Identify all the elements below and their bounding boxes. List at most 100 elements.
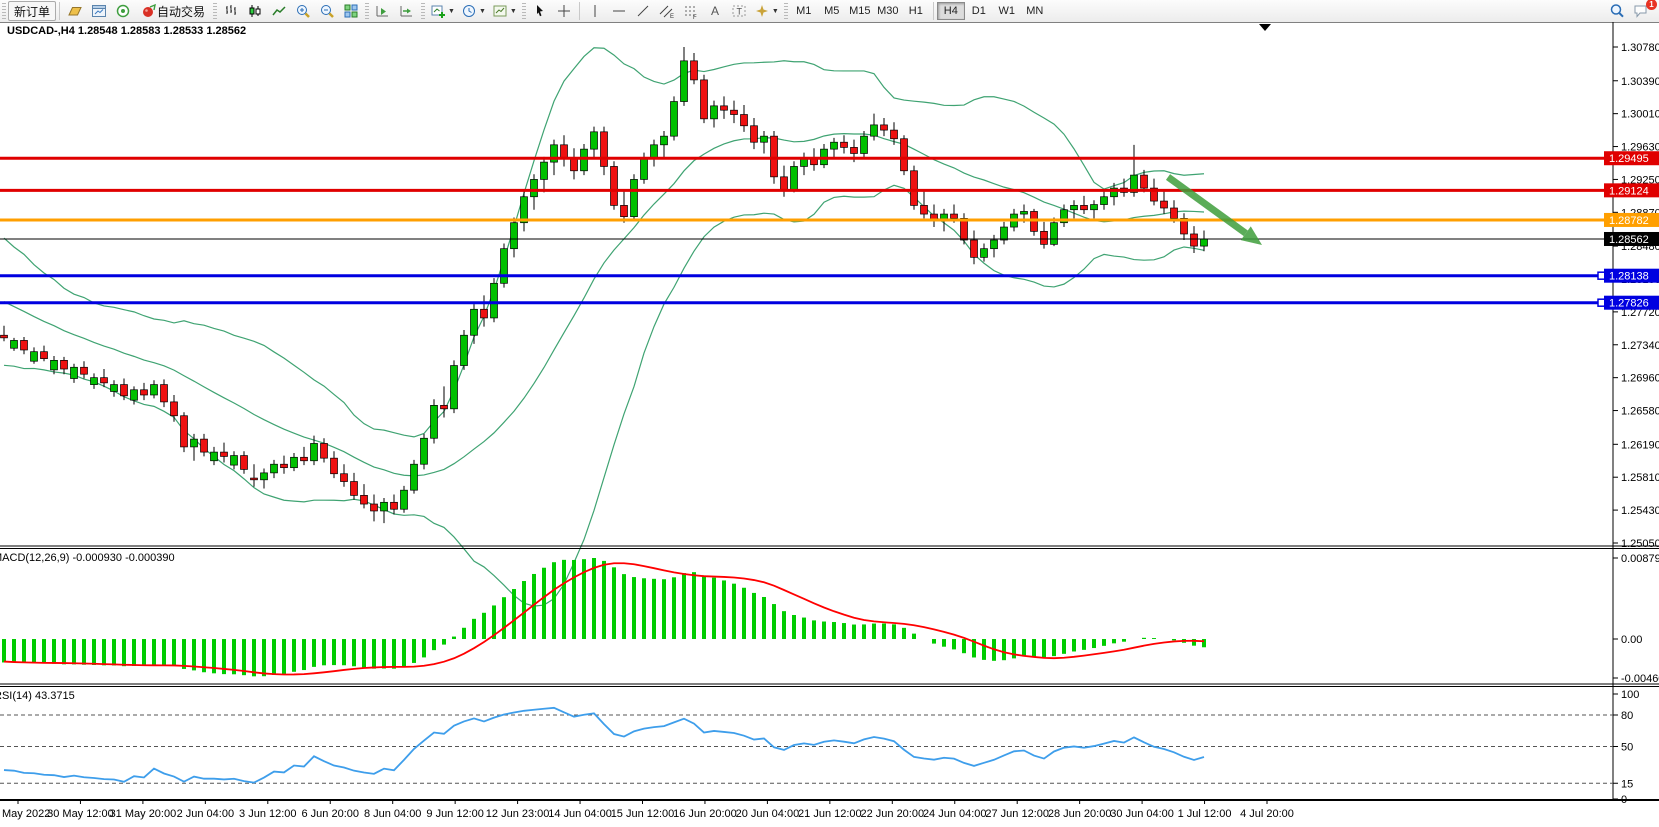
macd-axis-label: 0.008791 bbox=[1621, 553, 1659, 565]
bear-candle bbox=[961, 218, 968, 240]
bear-candle bbox=[951, 214, 958, 218]
vertical-line-icon bbox=[587, 3, 603, 19]
timeframe-button-H4[interactable]: H4 bbox=[937, 2, 965, 20]
bull-candle bbox=[291, 457, 298, 467]
templates-button[interactable]: ▼ bbox=[489, 1, 520, 21]
bull-candle bbox=[831, 142, 838, 149]
bar-chart-mode-button[interactable] bbox=[219, 1, 243, 21]
bear-candle bbox=[221, 452, 228, 456]
tile-windows-button[interactable] bbox=[339, 1, 363, 21]
search-button[interactable] bbox=[1605, 1, 1629, 21]
chat-button[interactable]: 1 bbox=[1629, 1, 1653, 21]
price-tick-label: 1.25810 bbox=[1621, 472, 1659, 484]
crosshair-button[interactable] bbox=[552, 1, 576, 21]
bear-candle bbox=[171, 402, 178, 416]
zoom-in-button[interactable] bbox=[291, 1, 315, 21]
timeframe-button-W1[interactable]: W1 bbox=[993, 2, 1021, 20]
hline-handle[interactable] bbox=[1598, 272, 1605, 279]
vertical-line-tool-button[interactable] bbox=[583, 1, 607, 21]
bull-candle bbox=[461, 335, 468, 365]
hline-price-label: 1.29495 bbox=[1604, 151, 1659, 165]
new-order-button[interactable]: 新订单 bbox=[8, 1, 56, 21]
bear-candle bbox=[571, 158, 578, 171]
bull-candle bbox=[761, 136, 768, 142]
timeframe-button-M5[interactable]: M5 bbox=[818, 2, 846, 20]
chart-canvas[interactable]: USDCAD-,H4 1.28548 1.28583 1.28533 1.285… bbox=[0, 0, 1659, 827]
bear-candle bbox=[101, 378, 108, 383]
bear-candle bbox=[881, 125, 888, 130]
bull-candle bbox=[421, 438, 428, 464]
bear-candle bbox=[1171, 208, 1178, 218]
arrows-tool-icon bbox=[754, 3, 770, 19]
bull-candle bbox=[1091, 205, 1098, 210]
bull-candle bbox=[681, 61, 688, 102]
arrows-tool-button[interactable]: ▼ bbox=[751, 1, 782, 21]
text-tool-button[interactable]: A bbox=[703, 1, 727, 21]
hline-price-label: 1.29124 bbox=[1604, 183, 1659, 197]
timeframe-button-M30[interactable]: M30 bbox=[874, 2, 902, 20]
horizontal-line-tool-button[interactable] bbox=[607, 1, 631, 21]
time-tick-label: 31 May 20:00 bbox=[110, 808, 177, 820]
auto-scroll-icon bbox=[375, 3, 391, 19]
new-chart-button[interactable]: ▼ bbox=[427, 1, 458, 21]
bear-candle bbox=[911, 171, 918, 206]
zoom-out-button[interactable] bbox=[315, 1, 339, 21]
rsi-axis-label: 100 bbox=[1621, 689, 1639, 701]
autotrade-button[interactable]: 自动交易 bbox=[135, 1, 211, 21]
fibonacci-tool-button[interactable]: F bbox=[679, 1, 703, 21]
bull-candle bbox=[31, 352, 38, 362]
bull-candle bbox=[71, 367, 78, 378]
bear-candle bbox=[391, 502, 398, 509]
bull-candle bbox=[451, 366, 458, 409]
rsi-axis-label: 15 bbox=[1621, 778, 1633, 790]
bear-candle bbox=[701, 80, 708, 119]
bear-candle bbox=[771, 136, 778, 177]
cursor-button[interactable] bbox=[528, 1, 552, 21]
market-watch-button[interactable] bbox=[87, 1, 111, 21]
timeframe-button-D1[interactable]: D1 bbox=[965, 2, 993, 20]
bear-candle bbox=[1081, 205, 1088, 209]
timeframe-toolbar: M1M5M15M30H1 H4D1W1MN bbox=[790, 2, 1049, 20]
bull-candle bbox=[381, 502, 388, 511]
timeframe-button-H1[interactable]: H1 bbox=[902, 2, 930, 20]
profiles-button[interactable] bbox=[63, 1, 87, 21]
bear-candle bbox=[201, 439, 208, 452]
signals-button[interactable] bbox=[111, 1, 135, 21]
timeframe-button-M1[interactable]: M1 bbox=[790, 2, 818, 20]
timeframe-button-M15[interactable]: M15 bbox=[846, 2, 874, 20]
bear-candle bbox=[851, 147, 858, 153]
bear-candle bbox=[81, 367, 88, 374]
bear-candle bbox=[361, 495, 368, 504]
bar-chart-icon bbox=[223, 3, 239, 19]
bull-candle bbox=[651, 145, 658, 158]
auto-scroll-button[interactable] bbox=[371, 1, 395, 21]
hline-handle[interactable] bbox=[1598, 299, 1605, 306]
timeframe-button-MN[interactable]: MN bbox=[1021, 2, 1049, 20]
bear-candle bbox=[481, 309, 488, 318]
text-label-tool-button[interactable]: T bbox=[727, 1, 751, 21]
chart-shift-button[interactable] bbox=[395, 1, 419, 21]
signals-icon bbox=[115, 3, 131, 19]
channel-tool-button[interactable]: E bbox=[655, 1, 679, 21]
bull-candle bbox=[581, 149, 588, 171]
line-chart-mode-button[interactable] bbox=[267, 1, 291, 21]
bear-candle bbox=[841, 142, 848, 147]
svg-text:A: A bbox=[711, 4, 719, 18]
main-toolbar: 新订单 自动交易 bbox=[0, 0, 1659, 22]
periods-caret-icon: ▼ bbox=[479, 8, 486, 15]
autotrade-icon bbox=[141, 3, 157, 19]
macd-axis-label: 0.00 bbox=[1621, 634, 1642, 646]
periods-button[interactable]: ▼ bbox=[458, 1, 489, 21]
price-tick-label: 1.25430 bbox=[1621, 505, 1659, 517]
svg-text:1.27826: 1.27826 bbox=[1609, 298, 1649, 310]
candlestick-mode-button[interactable] bbox=[243, 1, 267, 21]
tile-windows-icon bbox=[343, 3, 359, 19]
line-chart-icon bbox=[271, 3, 287, 19]
time-tick-label: 4 Jul 20:00 bbox=[1240, 808, 1294, 820]
trendline-tool-button[interactable] bbox=[631, 1, 655, 21]
bear-candle bbox=[691, 61, 698, 80]
notification-badge: 1 bbox=[1646, 0, 1657, 10]
bear-candle bbox=[601, 132, 608, 167]
bull-candle bbox=[111, 385, 118, 392]
time-tick-label: 30 May 12:00 bbox=[47, 808, 114, 820]
